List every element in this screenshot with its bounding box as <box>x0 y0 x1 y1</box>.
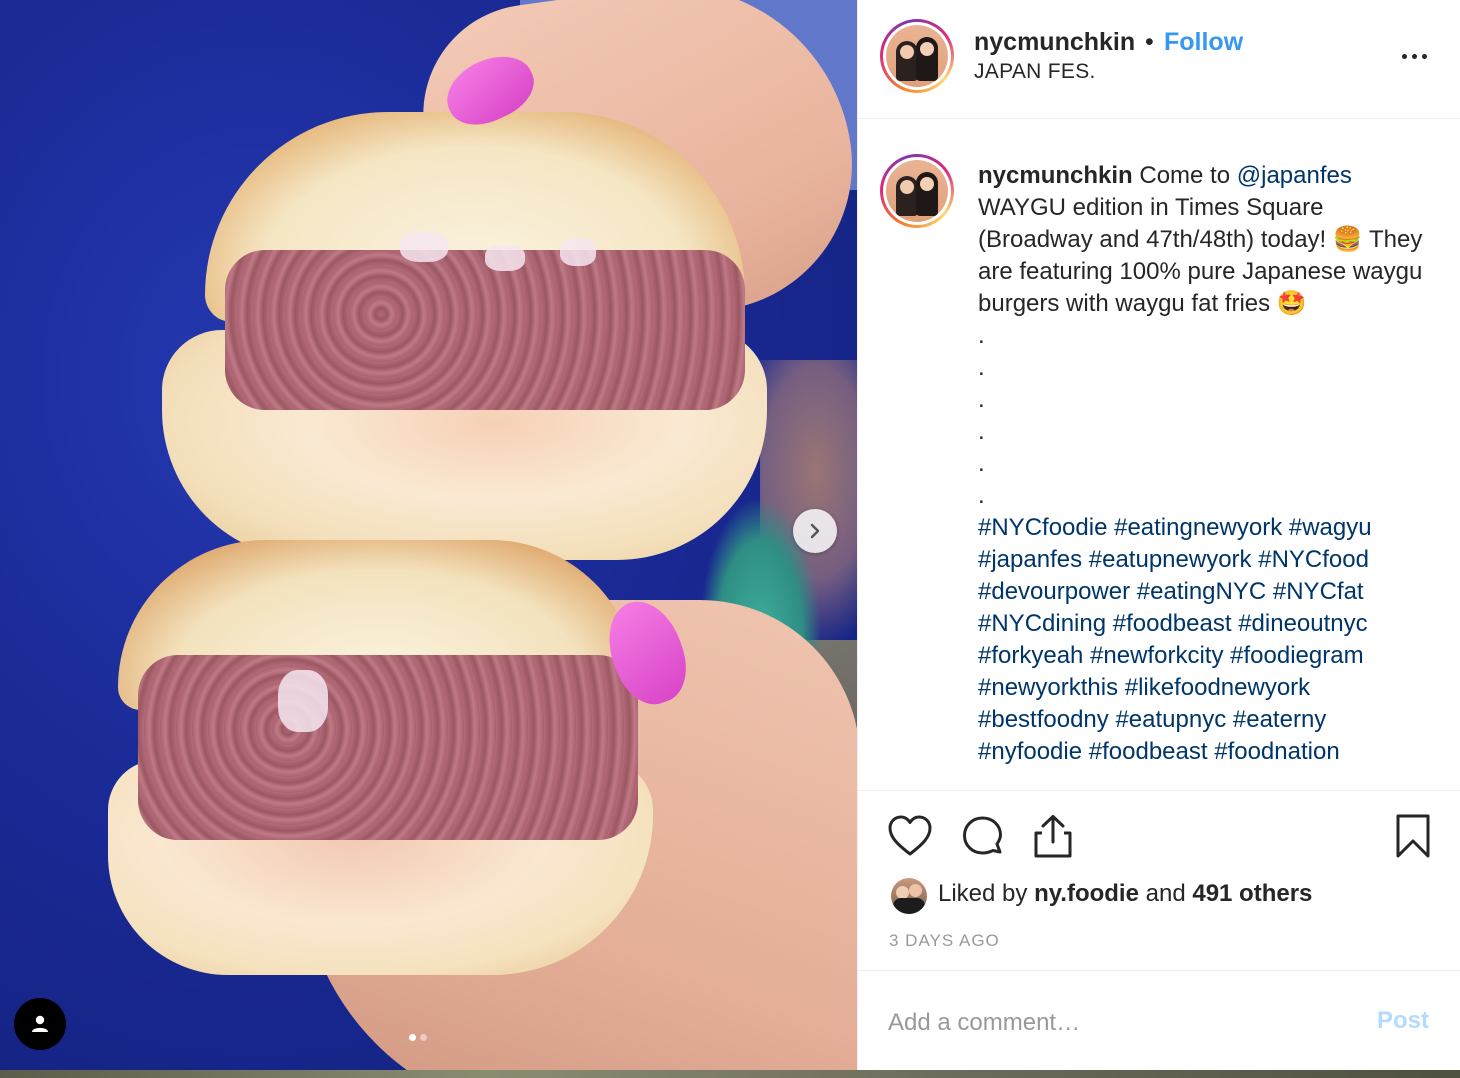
caption-dot: . <box>978 386 985 413</box>
carousel-dot <box>420 1034 427 1041</box>
hashtag-link[interactable]: #dineoutnyc <box>1238 610 1367 637</box>
user-icon <box>32 1015 48 1032</box>
onion-piece <box>278 670 328 732</box>
caption-hashtags: #NYCfoodie #eatingnewyork #wagyu #japanf… <box>978 514 1372 765</box>
post-photo[interactable] <box>0 0 857 1078</box>
follow-button[interactable]: Follow <box>1164 28 1243 57</box>
carousel-indicator <box>409 1034 427 1041</box>
more-horizontal-icon[interactable] <box>1402 46 1434 66</box>
hashtag-link[interactable]: #NYCfood <box>1258 546 1369 573</box>
hashtag-link[interactable]: #foodiegram <box>1230 642 1363 669</box>
caption-mention[interactable]: @japanfes <box>1237 162 1352 189</box>
hashtag-link[interactable]: #japanfes <box>978 546 1082 573</box>
hashtag-link[interactable]: #newforkcity <box>1090 642 1223 669</box>
carousel-dot-active <box>409 1034 416 1041</box>
caption-dots: ...... <box>978 320 1433 512</box>
hashtag-link[interactable]: #foodbeast <box>1089 738 1208 765</box>
hashtag-link[interactable]: #eatingNYC <box>1137 578 1266 605</box>
liker-username[interactable]: ny.foodie <box>1034 880 1139 907</box>
comment-button[interactable] <box>960 814 1006 865</box>
caption-dot: . <box>978 354 985 381</box>
hashtag-link[interactable]: #devourpower <box>978 578 1130 605</box>
caption-dot: . <box>978 482 985 509</box>
hashtag-link[interactable]: #bestfoodny <box>978 706 1109 733</box>
save-button[interactable] <box>1394 813 1432 864</box>
hashtag-link[interactable]: #newyorkthis <box>978 674 1118 701</box>
author-username[interactable]: nycmunchkin <box>974 28 1135 57</box>
caption-author-avatar[interactable] <box>880 154 954 228</box>
hashtag-link[interactable]: #NYCdining <box>978 610 1106 637</box>
hashtag-link[interactable]: #NYCfoodie <box>978 514 1107 541</box>
onion-piece <box>485 245 525 271</box>
burger-patty-upper <box>225 250 745 410</box>
hashtag-link[interactable]: #eatupnewyork <box>1089 546 1252 573</box>
post-header: nycmunchkin • Follow JAPAN FES. <box>858 0 1460 119</box>
hashtag-link[interactable]: #eatupnyc <box>1115 706 1226 733</box>
tagged-users-button[interactable] <box>14 998 66 1050</box>
onion-piece <box>560 238 596 266</box>
post-actions: Liked by ny.foodie and 491 others 3 DAYS… <box>858 790 1460 970</box>
add-comment-section: Post <box>858 970 1460 1078</box>
post-details-panel: nycmunchkin • Follow JAPAN FES. nycmunch… <box>857 0 1460 1078</box>
header-separator: • <box>1145 28 1154 56</box>
comment-input[interactable] <box>888 1003 1358 1043</box>
burger-patty-lower <box>138 655 638 840</box>
hashtag-link[interactable]: #NYCfat <box>1273 578 1364 605</box>
comments-section[interactable]: nycmunchkin Come to @japanfes WAYGU edit… <box>858 120 1460 790</box>
post-timestamp[interactable]: 3 DAYS AGO <box>889 931 1000 951</box>
likes-count[interactable]: 491 others <box>1192 880 1312 907</box>
hashtag-link[interactable]: #foodbeast <box>1113 610 1232 637</box>
likes-summary[interactable]: Liked by ny.foodie and 491 others <box>938 880 1312 908</box>
heart-icon <box>888 815 932 856</box>
hashtag-link[interactable]: #wagyu <box>1289 514 1372 541</box>
hashtag-link[interactable]: #eaterny <box>1233 706 1326 733</box>
share-button[interactable] <box>1032 813 1074 864</box>
caption-text: Come to <box>1132 162 1237 189</box>
bookmark-icon <box>1396 814 1430 858</box>
avatar-photo <box>886 160 948 222</box>
like-button[interactable] <box>887 814 933 863</box>
caption-dot: . <box>978 418 985 445</box>
hashtag-link[interactable]: #nyfoodie <box>978 738 1082 765</box>
liker-avatar[interactable] <box>891 878 927 914</box>
carousel-next-button[interactable] <box>793 509 837 553</box>
caption-dot: . <box>978 450 985 477</box>
avatar-photo <box>886 25 948 87</box>
share-icon <box>1034 815 1072 858</box>
caption-dot: . <box>978 322 985 349</box>
caption-username[interactable]: nycmunchkin <box>978 162 1133 189</box>
hashtag-link[interactable]: #eatingnewyork <box>1114 514 1282 541</box>
comment-icon <box>963 816 1002 855</box>
chevron-right-icon <box>810 523 820 539</box>
hashtag-link[interactable]: #foodnation <box>1214 738 1339 765</box>
onion-piece <box>400 232 448 262</box>
post-comment-button[interactable]: Post <box>1377 1007 1429 1035</box>
hashtag-link[interactable]: #forkyeah <box>978 642 1083 669</box>
caption-text: WAYGU edition in Times Square (Broadway … <box>978 194 1423 317</box>
author-avatar[interactable] <box>880 19 954 93</box>
post-location[interactable]: JAPAN FES. <box>974 60 1096 84</box>
post-caption: nycmunchkin Come to @japanfes WAYGU edit… <box>978 160 1433 768</box>
page-bottom-edge <box>0 1070 1460 1078</box>
hashtag-link[interactable]: #likefoodnewyork <box>1125 674 1310 701</box>
